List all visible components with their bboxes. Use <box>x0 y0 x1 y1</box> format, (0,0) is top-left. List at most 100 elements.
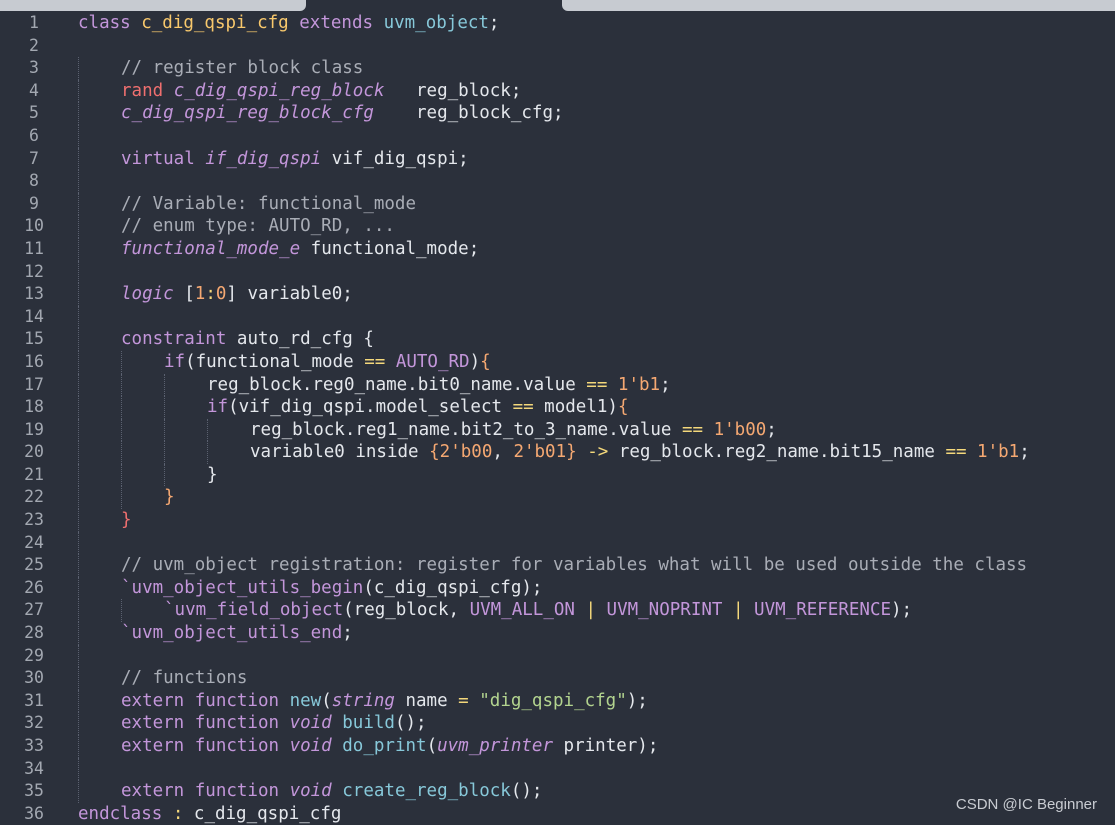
code-line[interactable]: // register block class <box>78 57 1115 80</box>
code-line[interactable]: `uvm_field_object(reg_block, UVM_ALL_ON … <box>78 599 1115 623</box>
indent-guide <box>121 463 122 487</box>
code-line[interactable] <box>78 644 1115 668</box>
code-token: == <box>364 351 386 372</box>
indent-guide <box>164 463 165 487</box>
code-token: constraint <box>121 329 237 350</box>
line-number: 27 <box>24 600 44 620</box>
code-line[interactable]: rand c_dig_qspi_reg_block reg_block; <box>78 79 1115 103</box>
code-area[interactable]: class c_dig_qspi_cfg extends uvm_object;… <box>78 12 1115 825</box>
indent-guide <box>78 441 79 464</box>
line-number: 35 <box>24 781 44 801</box>
code-line[interactable]: } <box>78 463 1115 487</box>
code-line[interactable]: // Variable: functional_mode <box>78 192 1115 216</box>
code-token: ] variable0; <box>226 284 353 305</box>
indent-guide <box>78 102 79 125</box>
indent-guide <box>121 373 122 397</box>
indent-guide <box>78 260 79 284</box>
code-token: : <box>205 284 216 305</box>
code-token: do_print <box>331 736 427 756</box>
indent-guide <box>78 305 79 329</box>
code-token: extends <box>288 13 384 33</box>
code-line[interactable]: class c_dig_qspi_cfg extends uvm_object; <box>78 12 1115 35</box>
code-line[interactable]: } <box>78 486 1115 510</box>
code-token: } <box>566 442 577 463</box>
indent-guide <box>207 418 208 442</box>
code-token: } <box>121 510 132 531</box>
code-line[interactable]: reg_block.reg0_name.bit0_name.value == 1… <box>78 373 1115 397</box>
indent-guide <box>78 215 79 238</box>
code-token: class <box>78 13 142 33</box>
code-line[interactable]: c_dig_qspi_reg_block_cfg reg_block_cfg; <box>78 102 1115 125</box>
indent-guide <box>78 147 79 171</box>
code-line[interactable]: extern function new(string name = "dig_q… <box>78 689 1115 713</box>
code-token: ); <box>891 600 913 621</box>
code-line[interactable]: logic [1:0] variable0; <box>78 283 1115 306</box>
line-number: 20 <box>24 442 44 462</box>
line-number: 17 <box>24 374 44 394</box>
line-number: 29 <box>24 645 44 665</box>
indent-guide <box>207 441 208 464</box>
indent-guide <box>78 531 79 555</box>
code-line[interactable]: constraint auto_rd_cfg { <box>78 328 1115 351</box>
code-line[interactable]: reg_block.reg1_name.bit2_to_3_name.value… <box>78 418 1115 442</box>
code-token: c_dig_qspi_cfg <box>141 13 289 33</box>
code-token: (vif_dig_qspi.model_select <box>228 397 513 418</box>
code-token: c_dig_qspi_cfg <box>183 803 342 824</box>
code-line[interactable] <box>78 260 1115 284</box>
code-token: ; <box>1019 442 1030 463</box>
line-number: 14 <box>24 306 44 326</box>
code-line[interactable] <box>78 170 1115 193</box>
code-line[interactable]: // functions <box>78 667 1115 690</box>
code-line[interactable] <box>78 757 1115 781</box>
code-line[interactable]: `uvm_object_utils_end; <box>78 622 1115 645</box>
code-line[interactable]: // enum type: AUTO_RD, ... <box>78 215 1115 238</box>
code-line[interactable]: `uvm_object_utils_begin(c_dig_qspi_cfg); <box>78 576 1115 600</box>
code-line[interactable]: functional_mode_e functional_mode; <box>78 237 1115 261</box>
code-editor[interactable]: 1 2 3 4 5 6 7 8 9 10 11 12 13 14 15 16 17 18 19 20 21 22 23 24 2… <box>0 0 1115 825</box>
indent-guide <box>78 350 79 374</box>
indent-guide <box>78 328 79 351</box>
code-token: = <box>458 690 469 711</box>
code-token: ; <box>488 13 500 33</box>
code-token: ( <box>426 736 438 756</box>
code-line[interactable]: virtual if_dig_qspi vif_dig_qspi; <box>78 147 1115 171</box>
line-number: 30 <box>24 668 44 688</box>
indent-guide <box>78 486 79 510</box>
code-line[interactable]: variable0 inside {2'b00, 2'b01} -> reg_b… <box>78 441 1115 464</box>
code-line[interactable] <box>78 124 1115 148</box>
code-line[interactable]: extern function void build(); <box>78 712 1115 735</box>
code-line[interactable]: if(functional_mode == AUTO_RD){ <box>78 350 1115 374</box>
code-line[interactable] <box>78 305 1115 329</box>
code-line[interactable] <box>78 35 1115 58</box>
code-token: extern function <box>121 781 290 802</box>
code-token: 0 <box>215 284 227 305</box>
code-token: (); <box>510 781 543 802</box>
code-token: reg_block.reg1_name.bit2_to_3_name.value <box>250 419 682 440</box>
code-line[interactable]: // uvm_object registration: register for… <box>78 554 1115 577</box>
code-line[interactable] <box>78 531 1115 555</box>
code-line[interactable]: extern function void do_print(uvm_printe… <box>78 735 1115 758</box>
line-number: 24 <box>24 532 44 552</box>
code-token: [ <box>173 284 195 305</box>
line-number-gutter: 1 2 3 4 5 6 7 8 9 10 11 12 13 14 15 16 17 18 19 20 21 22 23 24 2… <box>0 12 60 825</box>
code-line[interactable]: } <box>78 509 1115 532</box>
horizontal-scrollbar-right[interactable] <box>562 0 1115 11</box>
horizontal-scrollbar-left[interactable] <box>0 0 306 11</box>
indent-guide <box>121 441 122 464</box>
line-number: 9 <box>29 193 39 213</box>
code-line[interactable]: if(vif_dig_qspi.model_select == model1){ <box>78 396 1115 419</box>
code-token: "dig_qspi_cfg" <box>468 690 627 711</box>
